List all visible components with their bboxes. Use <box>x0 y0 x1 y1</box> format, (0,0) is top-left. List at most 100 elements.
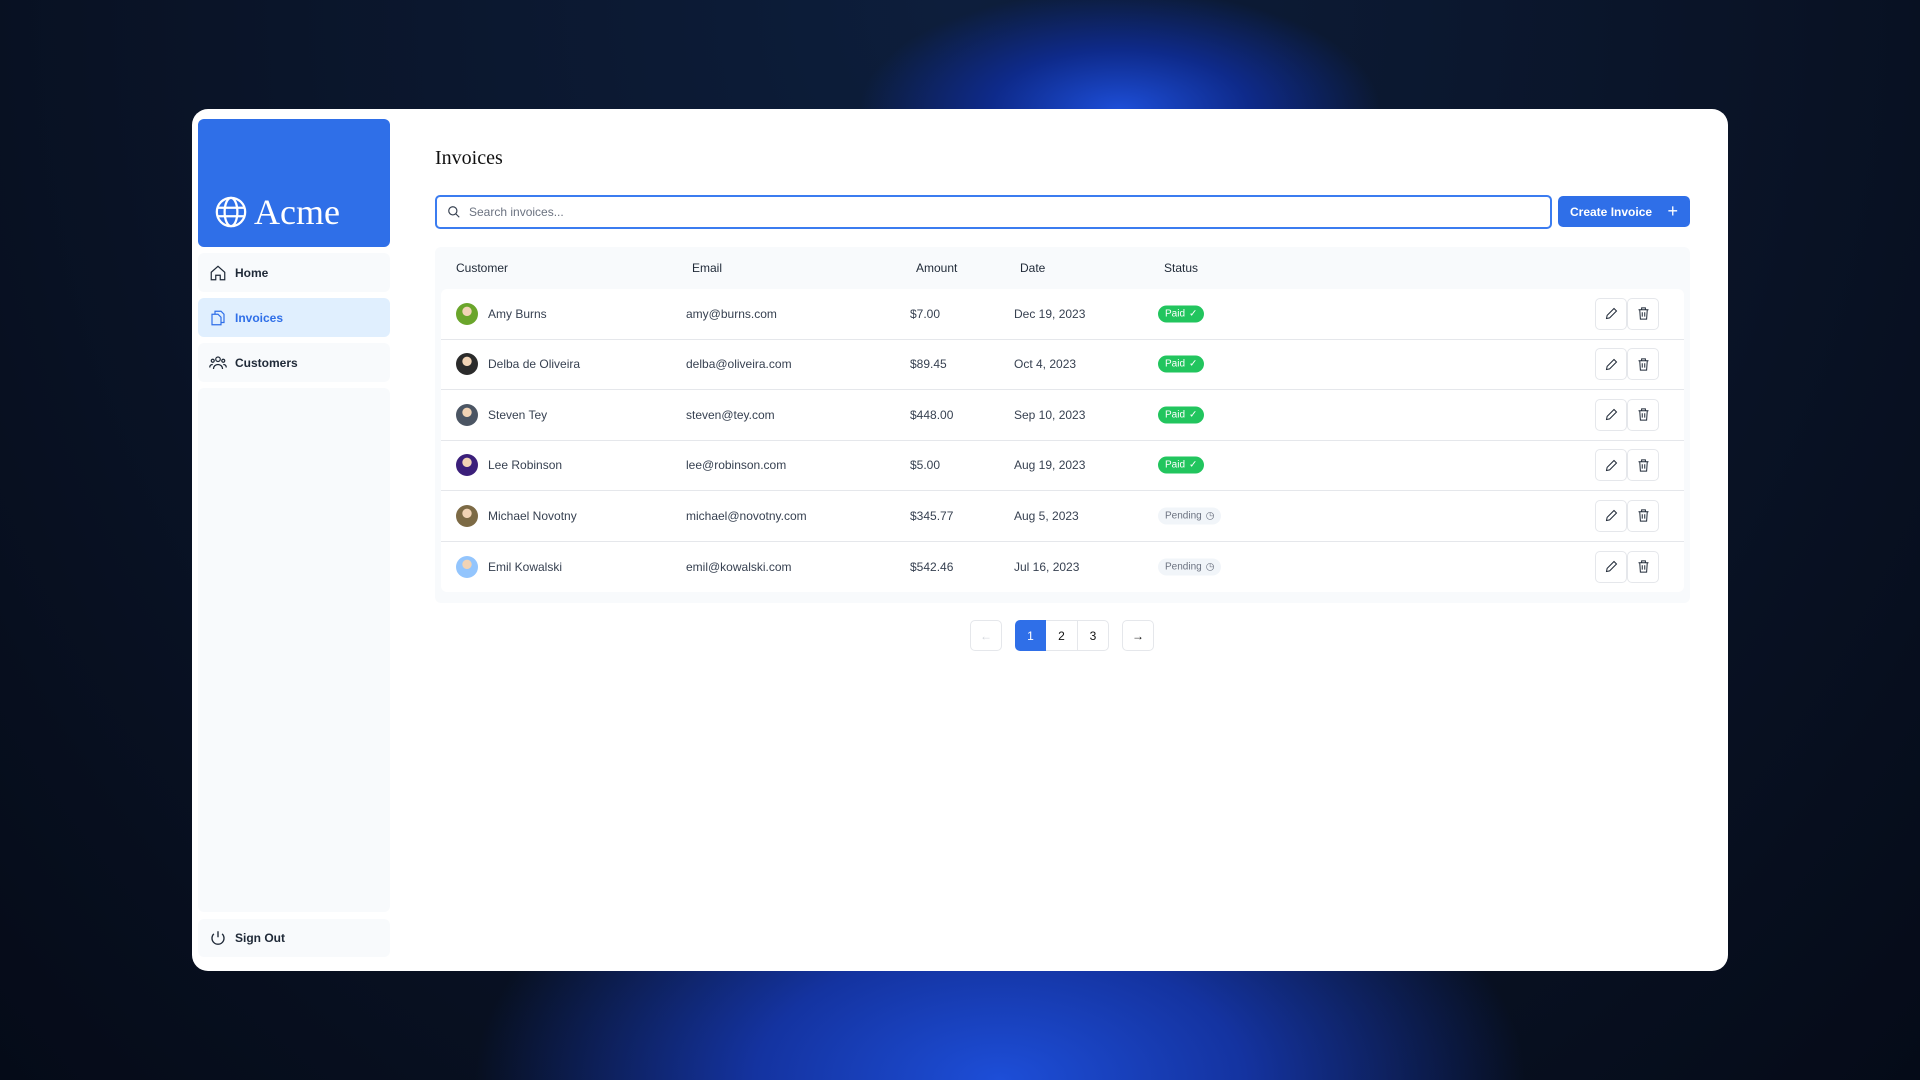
clock-icon: ◷ <box>1205 561 1215 573</box>
header-amount: Amount <box>916 261 958 275</box>
avatar <box>456 555 478 578</box>
avatar <box>456 403 478 426</box>
pencil-icon <box>1605 459 1617 471</box>
edit-button[interactable] <box>1595 499 1627 532</box>
customer-name: Michael Novotny <box>488 508 577 523</box>
status-label: Paid <box>1165 358 1186 370</box>
edit-button[interactable] <box>1595 398 1627 431</box>
sidebar: Acme Home Invoices Customers <box>198 119 390 912</box>
invoice-amount: $7.00 <box>910 306 941 321</box>
edit-button[interactable] <box>1595 297 1627 330</box>
app-window: Acme Home Invoices Customers Sign Out In… <box>192 109 1728 971</box>
customer-email: delba@oliveira.com <box>686 357 792 372</box>
sign-out-button[interactable]: Sign Out <box>198 919 390 957</box>
invoice-date: Jul 16, 2023 <box>1014 559 1080 574</box>
power-icon <box>211 931 225 945</box>
trash-icon <box>1638 358 1648 371</box>
invoice-date: Aug 5, 2023 <box>1014 508 1079 523</box>
sidebar-item-invoices[interactable]: Invoices <box>198 298 390 337</box>
logo[interactable]: Acme <box>198 119 390 247</box>
avatar <box>456 302 478 325</box>
table-body: Amy Burns amy@burns.com $7.00 Dec 19, 20… <box>441 289 1684 592</box>
delete-button[interactable] <box>1627 348 1659 381</box>
users-icon <box>209 355 227 369</box>
search-icon <box>448 206 460 218</box>
delete-button[interactable] <box>1627 398 1659 431</box>
page-1-button[interactable]: 1 <box>1015 620 1046 651</box>
prev-page-button[interactable]: ← <box>970 620 1002 651</box>
pencil-icon <box>1605 510 1617 522</box>
page-3-button[interactable]: 3 <box>1077 620 1109 651</box>
status-badge: Paid ✓ <box>1158 355 1205 373</box>
check-icon: ✓ <box>1189 358 1198 370</box>
customer-email: steven@tey.com <box>686 407 775 422</box>
customer-email: amy@burns.com <box>686 306 777 321</box>
pencil-icon <box>1605 561 1617 573</box>
search-input[interactable] <box>469 205 1517 219</box>
next-page-button[interactable]: → <box>1122 620 1154 651</box>
header-date: Date <box>1020 261 1046 275</box>
arrow-right-icon: → <box>1132 628 1144 643</box>
invoice-date: Sep 10, 2023 <box>1014 407 1086 422</box>
sidebar-spacer <box>198 388 390 912</box>
status-label: Pending <box>1165 510 1202 522</box>
pencil-icon <box>1605 409 1617 421</box>
invoice-amount: $89.45 <box>910 357 947 372</box>
search-box[interactable] <box>435 195 1552 229</box>
customer-name: Emil Kowalski <box>488 559 563 574</box>
brand-name: Acme <box>254 192 340 232</box>
sidebar-item-customers[interactable]: Customers <box>198 343 390 382</box>
invoice-date: Dec 19, 2023 <box>1014 306 1086 321</box>
check-icon: ✓ <box>1189 308 1198 320</box>
page-2-button[interactable]: 2 <box>1046 620 1078 651</box>
trash-icon <box>1638 408 1648 421</box>
customer-name: Lee Robinson <box>488 458 563 473</box>
invoice-amount: $542.46 <box>910 559 954 574</box>
trash-icon <box>1638 509 1648 522</box>
delete-button[interactable] <box>1627 499 1659 532</box>
delete-button[interactable] <box>1627 297 1659 330</box>
sign-out-label: Sign Out <box>235 931 285 945</box>
invoices-table: Customer Email Amount Date Status Amy Bu… <box>435 247 1690 603</box>
status-badge: Paid ✓ <box>1158 406 1205 424</box>
avatar <box>456 504 478 527</box>
trash-icon <box>1638 307 1648 320</box>
invoice-date: Oct 4, 2023 <box>1014 357 1077 372</box>
pencil-icon <box>1605 308 1617 320</box>
invoice-date: Aug 19, 2023 <box>1014 458 1086 473</box>
customer-name: Amy Burns <box>488 306 547 321</box>
clock-icon: ◷ <box>1205 510 1215 522</box>
delete-button[interactable] <box>1627 550 1659 583</box>
home-icon <box>210 264 226 280</box>
delete-button[interactable] <box>1627 449 1659 482</box>
sidebar-item-label: Invoices <box>235 310 284 325</box>
status-badge: Paid ✓ <box>1158 305 1205 323</box>
table-row: Michael Novotny michael@novotny.com $345… <box>441 491 1684 542</box>
sidebar-item-label: Home <box>235 265 269 280</box>
table-row: Emil Kowalski emil@kowalski.com $542.46 … <box>441 542 1684 593</box>
pencil-icon <box>1605 358 1617 370</box>
customer-name: Steven Tey <box>488 407 548 422</box>
customer-email: michael@novotny.com <box>686 508 807 523</box>
plus-icon: + <box>1667 201 1678 221</box>
sidebar-item-home[interactable]: Home <box>198 253 390 292</box>
table-row: Delba de Oliveira delba@oliveira.com $89… <box>441 340 1684 390</box>
edit-button[interactable] <box>1595 449 1627 482</box>
check-icon: ✓ <box>1189 409 1198 421</box>
invoice-amount: $5.00 <box>910 458 941 473</box>
avatar <box>456 353 478 376</box>
edit-button[interactable] <box>1595 550 1627 583</box>
customer-name: Delba de Oliveira <box>488 357 581 372</box>
status-label: Paid <box>1165 459 1186 471</box>
header-customer: Customer <box>456 261 509 275</box>
check-icon: ✓ <box>1189 459 1198 471</box>
document-icon <box>211 310 225 325</box>
status-badge: Pending ◷ <box>1158 507 1222 525</box>
create-invoice-button[interactable]: Create Invoice + <box>1558 196 1690 227</box>
table-header: Customer Email Amount Date Status <box>441 247 1684 289</box>
invoice-amount: $345.77 <box>910 508 954 523</box>
edit-button[interactable] <box>1595 348 1627 381</box>
status-badge: Paid ✓ <box>1158 456 1205 474</box>
table-row: Lee Robinson lee@robinson.com $5.00 Aug … <box>441 441 1684 491</box>
create-invoice-label: Create Invoice <box>1570 204 1653 219</box>
